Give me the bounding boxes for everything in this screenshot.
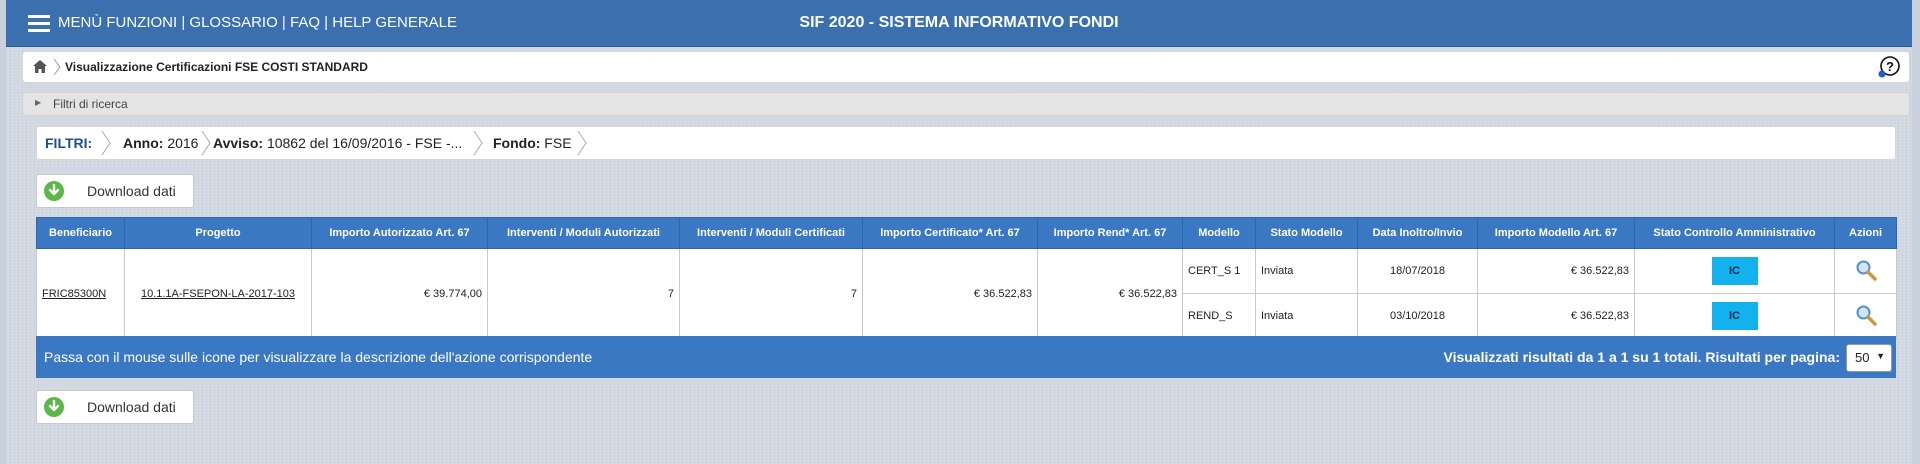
cell-data-invio: 18/07/2018	[1357, 248, 1478, 294]
download-icon	[44, 397, 64, 417]
filter-avviso[interactable]: Avviso: 10862 del 16/09/2016 - FSE -...	[213, 135, 462, 151]
status-badge[interactable]: IC	[1711, 257, 1758, 285]
beneficiario-link[interactable]: FRIC85300N	[42, 288, 106, 300]
results-per-page-select[interactable]: 50 ▼	[1846, 344, 1892, 372]
column-header[interactable]: Importo Modello Art. 67	[1477, 217, 1635, 249]
cell-importo-certificato: € 36.522,83	[862, 248, 1038, 339]
cell-modello: REND_S	[1182, 293, 1256, 339]
download-icon	[44, 181, 64, 201]
cell-stato-controllo: IC	[1634, 248, 1835, 294]
cell-moduli-autorizzati: 7	[487, 248, 680, 339]
hamburger-menu-icon[interactable]	[28, 15, 50, 32]
cell-modello: CERT_S 1	[1182, 248, 1256, 294]
per-page-value: 50	[1855, 350, 1870, 365]
filter-fondo[interactable]: Fondo: FSE	[493, 135, 572, 151]
certificazioni-table: Beneficiario Progetto Importo Autorizzat…	[36, 217, 1897, 339]
filter-chevron-icon	[101, 130, 111, 156]
column-header[interactable]: Progetto	[124, 217, 312, 249]
cell-importo-rend: € 36.522,83	[1037, 248, 1183, 339]
filter-anno-value: 2016	[163, 135, 199, 151]
table-row: FRIC85300N 10.1.1A-FSEPON-LA-2017-103 € …	[36, 248, 1897, 339]
svg-text:?: ?	[1886, 59, 1894, 74]
column-header[interactable]: Modello	[1182, 217, 1256, 249]
active-filters-bar: FILTRI: Anno: 2016 Avviso: 10862 del 16/…	[36, 126, 1896, 160]
column-header[interactable]: Azioni	[1834, 217, 1897, 249]
filters-label: FILTRI:	[45, 135, 93, 151]
magnifier-icon[interactable]	[1855, 304, 1877, 326]
cell-progetto: 10.1.1A-FSEPON-LA-2017-103	[124, 248, 312, 339]
breadcrumb-chevron-icon	[53, 58, 61, 76]
download-button-top[interactable]: Download dati	[36, 174, 194, 208]
cell-stato-modello: Inviata	[1255, 248, 1358, 294]
cell-azioni	[1834, 248, 1897, 294]
cell-importo-modello: € 36.522,83	[1477, 293, 1635, 339]
cell-beneficiario: FRIC85300N	[36, 248, 125, 339]
cell-stato-controllo: IC	[1634, 293, 1835, 339]
menu-funzioni-link[interactable]: MENÙ FUNZIONI	[58, 14, 177, 31]
table-header-row: Beneficiario Progetto Importo Autorizzat…	[36, 217, 1897, 249]
filtri-ricerca-label: Filtri di ricerca	[53, 97, 128, 111]
column-header[interactable]: Beneficiario	[36, 217, 125, 249]
filter-avviso-value: 10862 del 16/09/2016 - FSE -...	[263, 135, 463, 151]
menu-separator: |	[177, 14, 190, 31]
faq-link[interactable]: FAQ	[290, 14, 320, 31]
filter-chevron-icon	[473, 130, 483, 156]
filter-anno-key: Anno:	[123, 135, 164, 151]
download-label: Download dati	[87, 399, 176, 415]
column-header[interactable]: Stato Controllo Amministrativo	[1634, 217, 1835, 249]
status-badge[interactable]: IC	[1711, 302, 1758, 330]
breadcrumb: Visualizzazione Certificazioni FSE COSTI…	[22, 51, 1910, 83]
filter-chevron-icon	[201, 130, 211, 156]
footer-hint: Passa con il mouse sulle icone per visua…	[44, 349, 593, 365]
cell-importo-modello: € 36.522,83	[1477, 248, 1635, 294]
download-label: Download dati	[87, 183, 176, 199]
filter-anno[interactable]: Anno: 2016	[123, 135, 198, 151]
expand-triangle-icon: ▶	[35, 98, 42, 107]
cell-azioni	[1834, 293, 1897, 339]
menu-separator: |	[277, 14, 290, 31]
help-generale-link[interactable]: HELP GENERALE	[332, 14, 457, 31]
top-bar: MENÙ FUNZIONI | GLOSSARIO | FAQ | HELP G…	[6, 0, 1912, 47]
filter-avviso-key: Avviso:	[213, 135, 264, 151]
filter-fondo-key: Fondo:	[493, 135, 541, 151]
download-button-bottom[interactable]: Download dati	[36, 390, 194, 424]
help-icon[interactable]: ?	[1877, 55, 1901, 79]
column-header[interactable]: Stato Modello	[1255, 217, 1358, 249]
glossario-link[interactable]: GLOSSARIO	[189, 14, 277, 31]
page-title: Visualizzazione Certificazioni FSE COSTI…	[65, 60, 368, 74]
column-header[interactable]: Importo Autorizzato Art. 67	[311, 217, 488, 249]
cell-importo-autorizzato: € 39.774,00	[311, 248, 488, 339]
cell-moduli-certificati: 7	[679, 248, 863, 339]
column-header[interactable]: Importo Rend* Art. 67	[1037, 217, 1183, 249]
top-menu-links: MENÙ FUNZIONI | GLOSSARIO | FAQ | HELP G…	[58, 14, 457, 31]
menu-separator: |	[320, 14, 333, 31]
cell-stato-modello: Inviata	[1255, 293, 1358, 339]
magnifier-icon[interactable]	[1855, 259, 1877, 281]
chevron-down-icon: ▼	[1876, 351, 1885, 361]
column-header[interactable]: Interventi / Moduli Autorizzati	[487, 217, 680, 249]
column-header[interactable]: Interventi / Moduli Certificati	[679, 217, 863, 249]
home-icon[interactable]	[33, 60, 47, 73]
filter-chevron-icon	[577, 130, 587, 156]
filter-fondo-value: FSE	[540, 135, 572, 151]
cell-data-invio: 03/10/2018	[1357, 293, 1478, 339]
column-header[interactable]: Data Inoltro/Invio	[1357, 217, 1478, 249]
results-summary: Visualizzati risultati da 1 a 1 su 1 tot…	[1443, 349, 1840, 365]
table-footer: Passa con il mouse sulle icone per visua…	[36, 336, 1896, 378]
column-header[interactable]: Importo Certificato* Art. 67	[862, 217, 1038, 249]
filtri-ricerca-toggle[interactable]: ▶ Filtri di ricerca	[22, 92, 1910, 116]
progetto-link[interactable]: 10.1.1A-FSEPON-LA-2017-103	[141, 288, 295, 300]
